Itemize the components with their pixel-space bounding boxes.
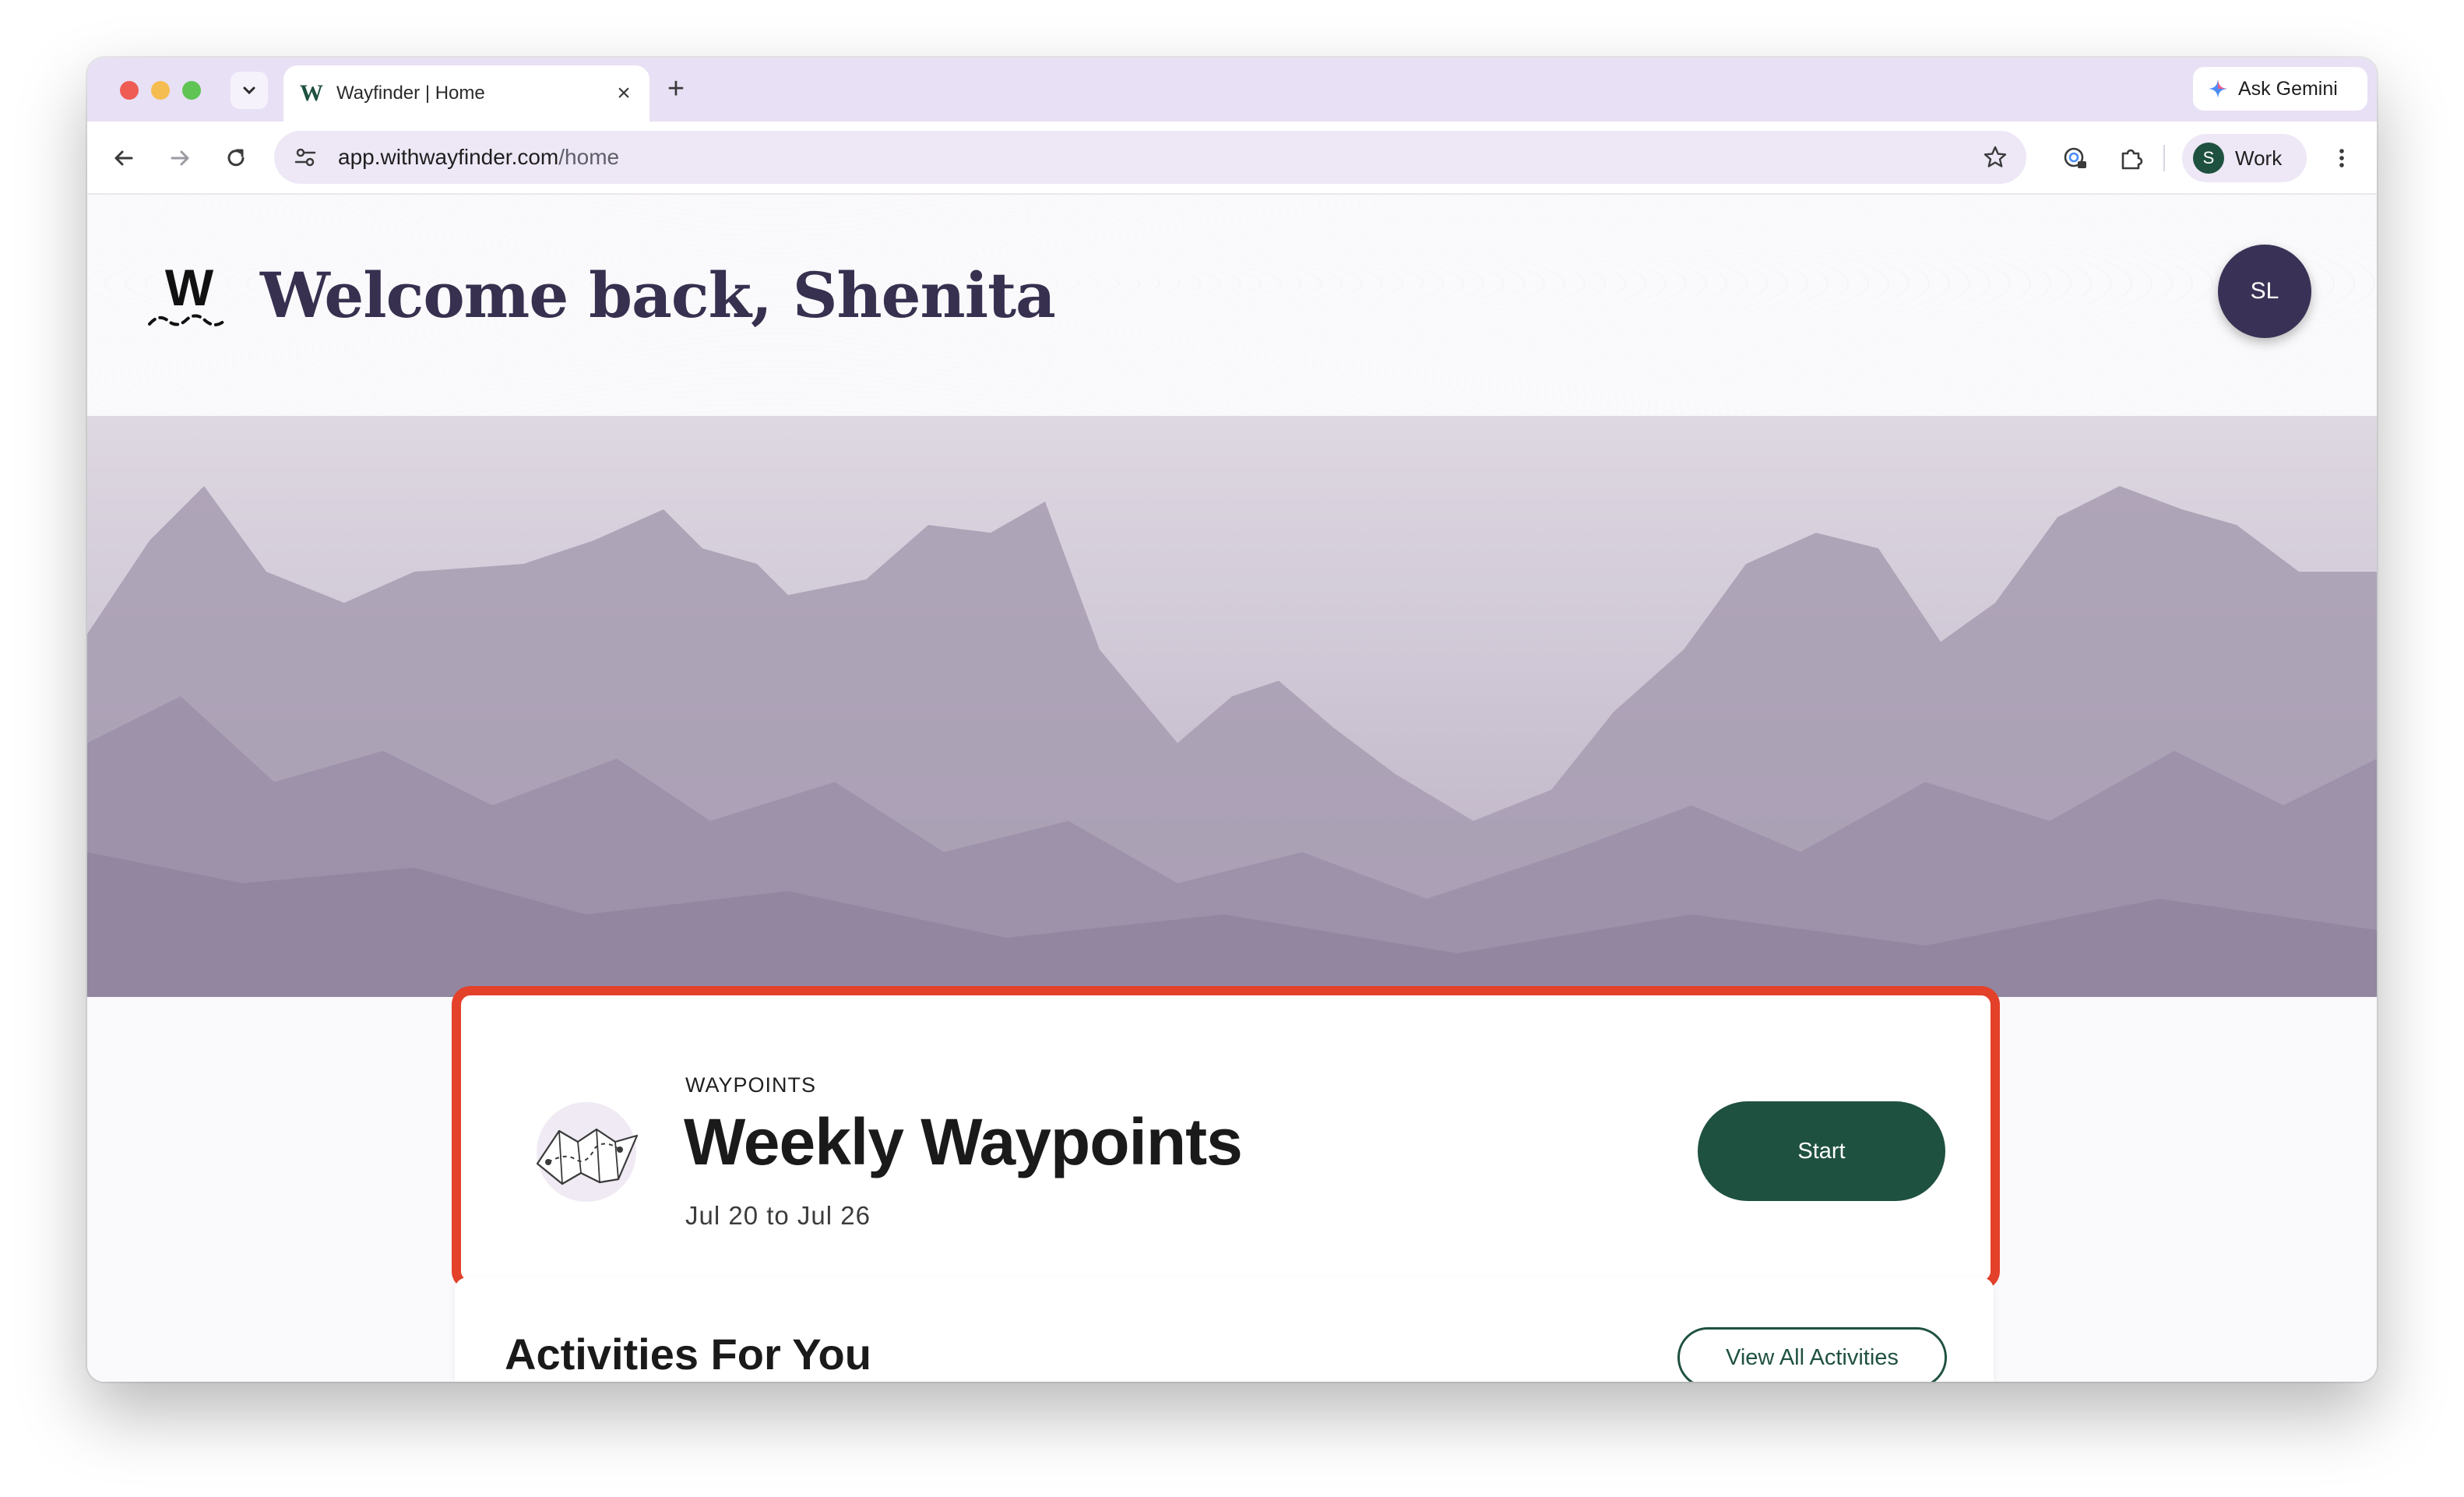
extensions-button[interactable] xyxy=(2112,139,2151,178)
chevron-down-icon xyxy=(243,86,255,95)
page-content: W Welcome back, Shenita SL WAYPOINTS Wee… xyxy=(87,195,2377,1382)
url-path: /home xyxy=(558,145,620,169)
activities-card: Activities For You View All Activities xyxy=(455,1277,1994,1382)
ask-gemini-button[interactable]: Ask Gemini xyxy=(2193,67,2367,111)
svg-text:W: W xyxy=(165,262,214,316)
reload-button[interactable] xyxy=(216,139,255,178)
mountains-illustration xyxy=(87,486,2377,997)
waypoints-title: Weekly Waypoints xyxy=(684,1105,1243,1178)
password-manager-button[interactable] xyxy=(2056,139,2095,178)
forward-button[interactable] xyxy=(160,139,199,178)
minimize-window-button[interactable] xyxy=(151,81,170,100)
waypoints-date-range: Jul 20 to Jul 26 xyxy=(685,1201,871,1230)
back-button[interactable] xyxy=(104,139,143,178)
view-all-activities-button[interactable]: View All Activities xyxy=(1677,1327,1947,1382)
back-arrow-icon xyxy=(114,150,133,166)
activities-heading: Activities For You xyxy=(505,1330,871,1379)
tab-title: Wayfinder | Home xyxy=(336,83,485,104)
url-text: app.withwayfinder.com/home xyxy=(338,145,619,170)
desktop-backdrop: W Wayfinder | Home × + Ask Gemini app.wi… xyxy=(0,0,2464,1497)
start-button[interactable]: Start xyxy=(1698,1101,1945,1201)
plus-icon[interactable]: + xyxy=(659,73,693,107)
address-bar[interactable]: app.withwayfinder.com/home xyxy=(274,131,2026,184)
tab-strip: W Wayfinder | Home × + Ask Gemini xyxy=(87,58,2377,122)
wayfinder-logo-icon: W xyxy=(148,259,226,326)
map-icon xyxy=(528,1101,645,1203)
gemini-sparkle-icon xyxy=(2209,79,2227,98)
url-host: app.withwayfinder.com xyxy=(338,145,559,169)
ask-gemini-label: Ask Gemini xyxy=(2238,77,2338,100)
close-window-button[interactable] xyxy=(120,81,139,100)
profile-chip[interactable]: S Work xyxy=(2182,134,2307,182)
maximize-window-button[interactable] xyxy=(182,81,201,100)
password-manager-icon xyxy=(2064,147,2086,168)
reload-icon xyxy=(227,149,245,167)
user-avatar[interactable]: SL xyxy=(2218,245,2311,338)
browser-toolbar: app.withwayfinder.com/home S Work xyxy=(87,122,2377,195)
site-settings-icon[interactable] xyxy=(293,145,318,170)
browser-window: W Wayfinder | Home × + Ask Gemini app.wi… xyxy=(87,58,2377,1382)
extensions-icon xyxy=(2121,149,2143,170)
wayfinder-logo[interactable]: W xyxy=(146,259,232,336)
page-title: Welcome back, Shenita xyxy=(260,259,1056,332)
waypoints-eyebrow: WAYPOINTS xyxy=(685,1073,817,1097)
toolbar-divider xyxy=(2163,145,2165,171)
page-header: W Welcome back, Shenita SL xyxy=(87,195,2377,416)
hero-mountain-image xyxy=(87,416,2377,997)
tab-search-button[interactable] xyxy=(231,72,268,109)
tab-wayfinder-home[interactable]: W Wayfinder | Home × xyxy=(283,65,649,122)
profile-avatar: S xyxy=(2193,143,2224,174)
weekly-waypoints-card[interactable]: WAYPOINTS Weekly Waypoints Jul 20 to Jul… xyxy=(452,986,2000,1290)
close-icon[interactable]: × xyxy=(612,80,635,107)
star-icon[interactable] xyxy=(1983,145,2008,170)
browser-menu-button[interactable] xyxy=(2322,139,2361,178)
wayfinder-favicon: W xyxy=(300,80,323,106)
forward-arrow-icon xyxy=(171,150,189,166)
profile-label: Work xyxy=(2235,146,2283,170)
more-vert-icon xyxy=(2339,149,2344,167)
